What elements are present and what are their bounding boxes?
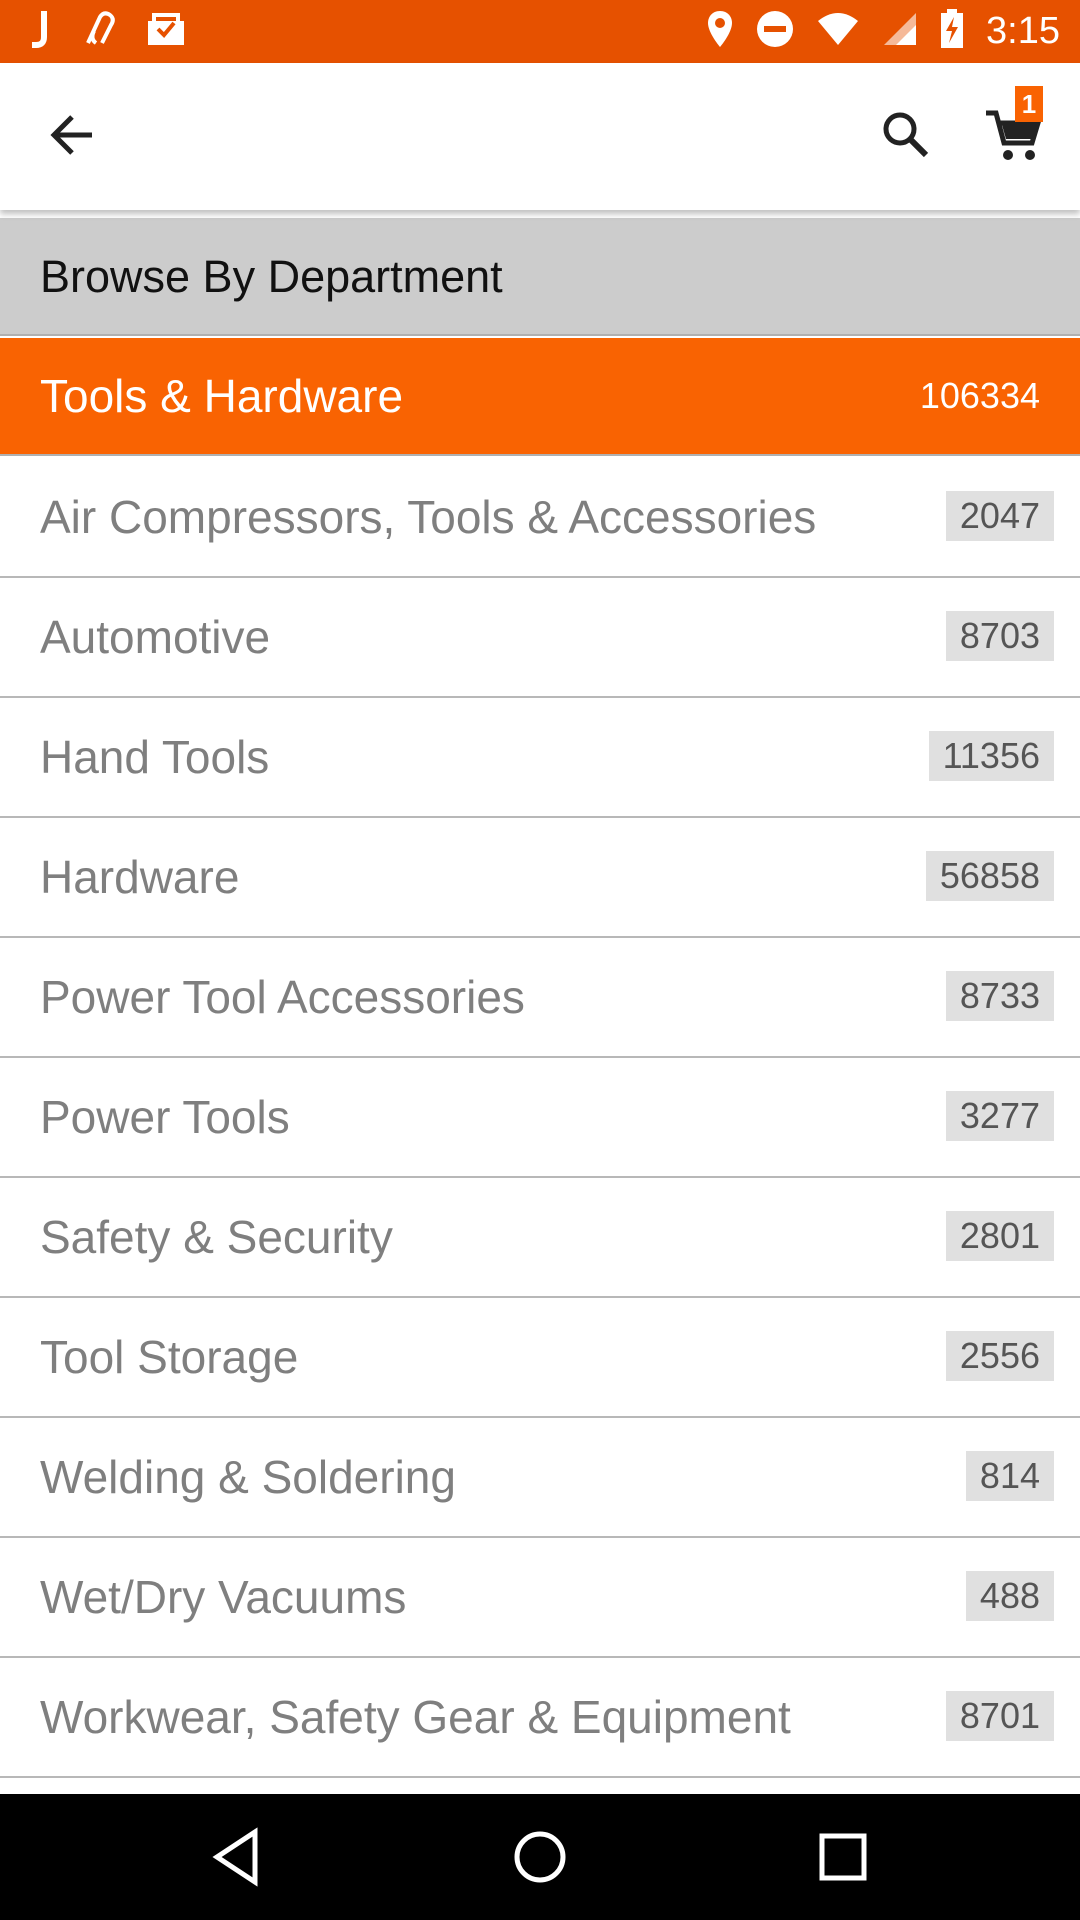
department-name: Tools & Hardware: [40, 370, 404, 422]
recents-square-icon[interactable]: [810, 1824, 876, 1890]
category-count-badge: 488: [965, 1571, 1054, 1621]
list-item[interactable]: Air Compressors, Tools & Accessories 204…: [0, 458, 1080, 578]
list-item[interactable]: Automotive 8703: [0, 578, 1080, 698]
list-item[interactable]: Tool Storage 2556: [0, 1298, 1080, 1418]
status-bar: 3:15: [0, 0, 1080, 63]
category-label: Welding & Soldering: [40, 1451, 456, 1503]
arrow-back-icon[interactable]: [44, 105, 104, 165]
cart-count-badge: 1: [1015, 86, 1043, 122]
category-count-badge: 8733: [945, 971, 1054, 1021]
link-app-icon: [80, 9, 118, 54]
department-row[interactable]: Tools & Hardware 106334: [0, 338, 1080, 456]
category-label: Hardware: [40, 851, 240, 903]
category-count-badge: 2556: [945, 1331, 1054, 1381]
home-circle-icon[interactable]: [507, 1824, 573, 1890]
category-count-badge: 3277: [945, 1091, 1054, 1141]
list-item[interactable]: Workwear, Safety Gear & Equipment 8701: [0, 1658, 1080, 1778]
status-time: 3:15: [986, 10, 1060, 52]
do-not-disturb-icon: [756, 10, 794, 53]
category-list: Air Compressors, Tools & Accessories 204…: [0, 458, 1080, 1778]
category-count-badge: 2047: [945, 491, 1054, 541]
department-count: 106334: [919, 375, 1040, 416]
back-triangle-icon[interactable]: [205, 1824, 271, 1890]
category-label: Safety & Security: [40, 1211, 393, 1263]
category-label: Hand Tools: [40, 731, 270, 783]
category-label: Workwear, Safety Gear & Equipment: [40, 1691, 791, 1743]
wifi-icon: [816, 11, 860, 52]
list-item[interactable]: Power Tools 3277: [0, 1058, 1080, 1178]
section-title: Browse By Department: [40, 251, 503, 302]
category-count-badge: 8701: [945, 1691, 1054, 1741]
app-bar: [0, 63, 1080, 210]
system-nav-bar: [0, 1794, 1080, 1920]
location-icon: [706, 9, 734, 54]
category-count-badge: 2801: [945, 1211, 1054, 1261]
list-item[interactable]: Safety & Security 2801: [0, 1178, 1080, 1298]
category-label: Air Compressors, Tools & Accessories: [40, 491, 817, 543]
category-count-badge: 56858: [925, 851, 1054, 901]
search-icon[interactable]: [876, 105, 936, 165]
list-item[interactable]: Welding & Soldering 814: [0, 1418, 1080, 1538]
category-count-badge: 814: [965, 1451, 1054, 1501]
j-app-icon: [30, 9, 52, 54]
list-item[interactable]: Hand Tools 11356: [0, 698, 1080, 818]
signal-icon: [882, 11, 918, 52]
section-header: Browse By Department: [0, 218, 1080, 336]
list-item[interactable]: Power Tool Accessories 8733: [0, 938, 1080, 1058]
category-label: Automotive: [40, 611, 271, 663]
category-count-badge: 8703: [945, 611, 1054, 661]
mail-check-icon: [146, 11, 186, 52]
category-label: Tool Storage: [40, 1331, 299, 1383]
category-label: Wet/Dry Vacuums: [40, 1571, 407, 1623]
list-item[interactable]: Hardware 56858: [0, 818, 1080, 938]
category-label: Power Tools: [40, 1091, 290, 1143]
list-item[interactable]: Wet/Dry Vacuums 488: [0, 1538, 1080, 1658]
category-label: Power Tool Accessories: [40, 971, 525, 1023]
battery-charging-icon: [940, 9, 964, 54]
category-count-badge: 11356: [928, 731, 1054, 781]
